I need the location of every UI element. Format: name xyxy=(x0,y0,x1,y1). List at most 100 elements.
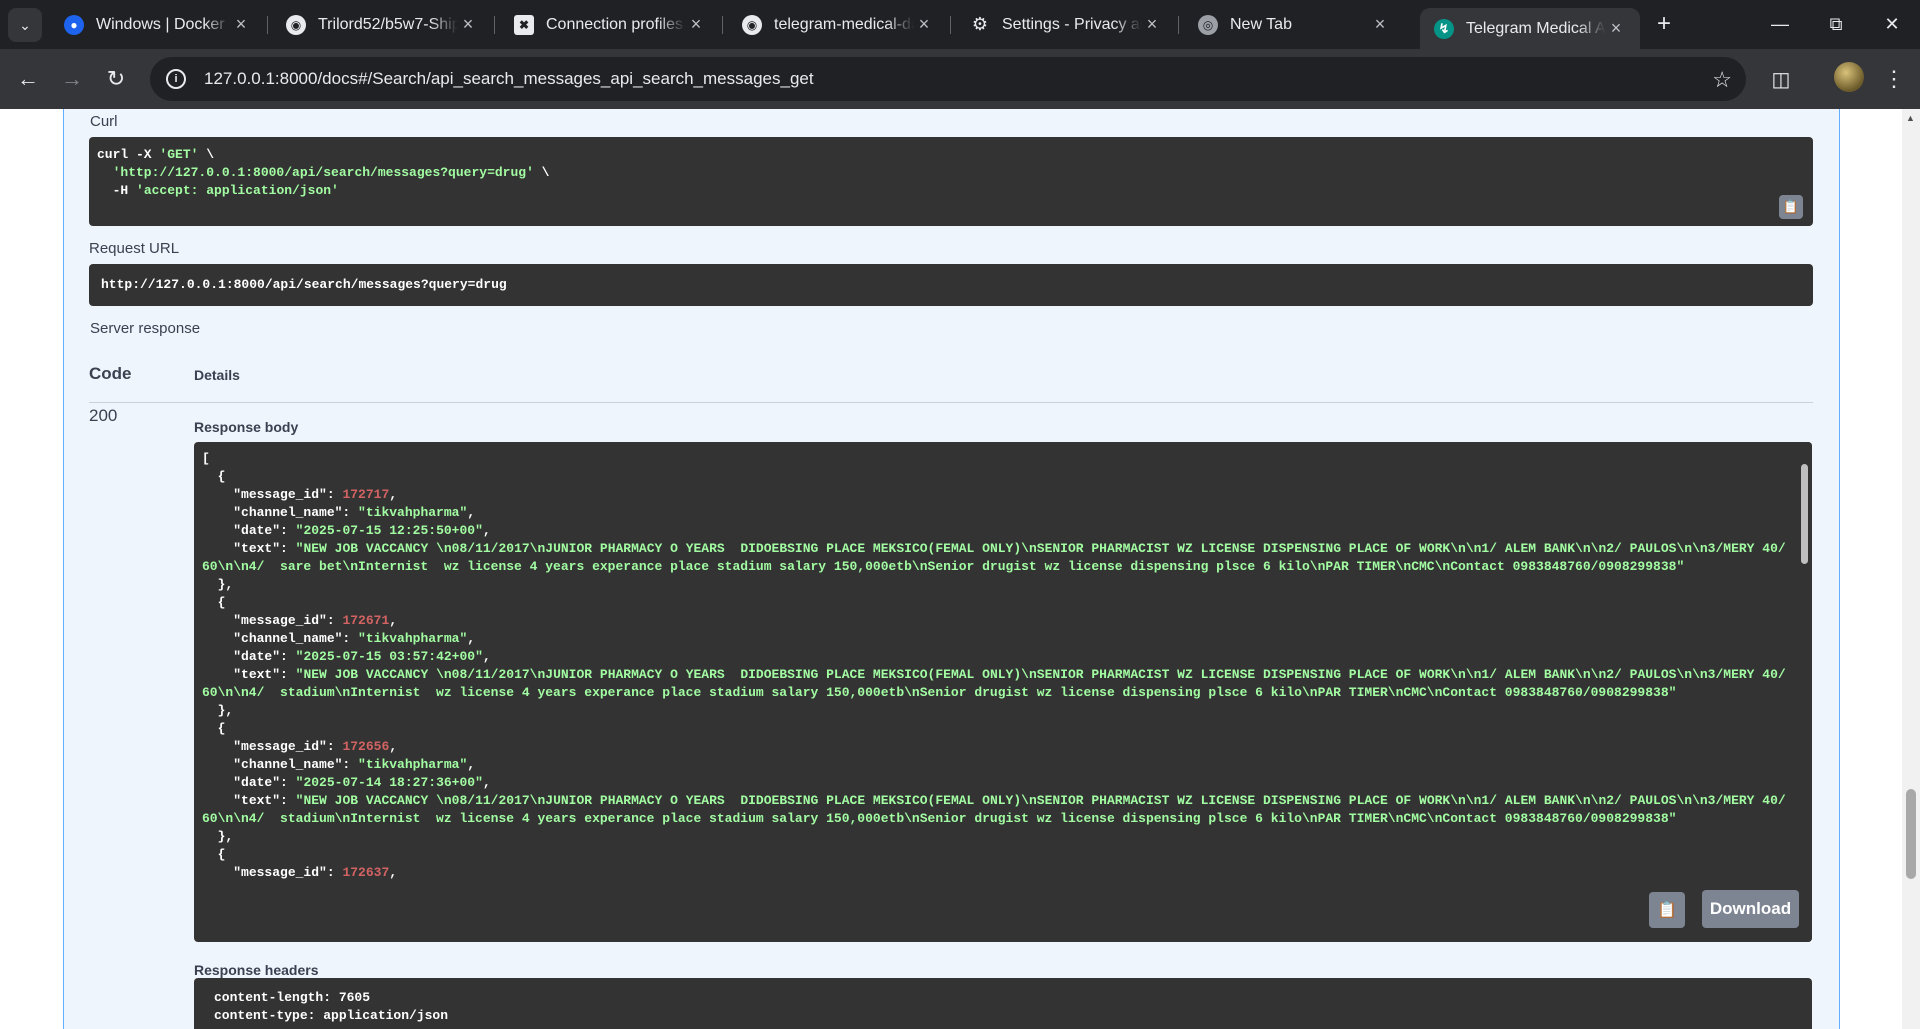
menu-button[interactable]: ⋮ xyxy=(1876,61,1912,97)
tab-docker[interactable]: ● Windows | Docker Do × xyxy=(50,8,265,41)
tab-title: Connection profiles | xyxy=(546,15,686,33)
copy-curl-button[interactable]: 📋 xyxy=(1779,195,1803,219)
dbeaver-icon: ✖ xyxy=(514,14,534,35)
close-icon[interactable]: × xyxy=(1142,14,1162,35)
tab-github-telegram[interactable]: ◉ telegram-medical-da × xyxy=(728,8,948,41)
info-icon[interactable]: i xyxy=(166,69,186,89)
tab-new-tab[interactable]: ◎ New Tab × xyxy=(1184,8,1404,41)
curl-command[interactable]: curl -X 'GET' \ 'http://127.0.0.1:8000/a… xyxy=(97,146,549,200)
scrollbar-thumb[interactable] xyxy=(1906,789,1916,879)
curl-line2-url: 'http://127.0.0.1:8000/api/search/messag… xyxy=(97,165,534,180)
reload-icon: ↻ xyxy=(106,66,126,91)
tab-settings[interactable]: ⚙ Settings - Privacy and × xyxy=(956,8,1176,41)
scrollbar-thumb[interactable] xyxy=(1801,464,1808,564)
close-icon[interactable]: × xyxy=(914,14,934,35)
tab-connection-profiles[interactable]: ✖ Connection profiles | × xyxy=(500,8,720,41)
tab-separator xyxy=(722,16,723,34)
tab-telegram-medical[interactable]: ↯ Telegram Medical An × xyxy=(1420,8,1640,49)
url-text[interactable]: 127.0.0.1:8000/docs#/Search/api_search_m… xyxy=(204,69,814,89)
tab-separator xyxy=(1178,16,1179,34)
curl-line3-header: 'accept: application/json' xyxy=(136,183,339,198)
date-value: "2025-07-14 18:27:36+00" xyxy=(295,775,483,790)
plus-icon: + xyxy=(1656,10,1671,37)
response-body[interactable]: [ { "message_id": 172717, "channel_name"… xyxy=(194,442,1812,942)
page-scrollbar[interactable]: ▲ xyxy=(1902,109,1920,1029)
text-value: "NEW JOB VACCANCY \n08/11/2017\nJUNIOR P… xyxy=(202,541,1786,574)
close-icon[interactable]: × xyxy=(231,14,251,35)
channel-name-value: "tikvahpharma" xyxy=(358,757,468,772)
json-item-open: { xyxy=(202,847,226,862)
tab-separator xyxy=(950,16,951,34)
json-item-open: { xyxy=(202,721,226,736)
curl-line2-end: \ xyxy=(533,165,550,180)
scroll-up-arrow-icon[interactable]: ▲ xyxy=(1906,113,1915,123)
server-response-label: Server response xyxy=(90,320,201,337)
curl-line1-method: 'GET' xyxy=(159,147,199,162)
github-icon: ◉ xyxy=(286,14,306,35)
address-bar[interactable]: i 127.0.0.1:8000/docs#/Search/api_search… xyxy=(150,57,1746,101)
response-code: 200 xyxy=(89,406,118,425)
response-body-json[interactable]: [ { "message_id": 172717, "channel_name"… xyxy=(202,450,1787,882)
kebab-menu-icon: ⋮ xyxy=(1883,66,1905,91)
response-headers-box: content-length: 7605 content-type: appli… xyxy=(194,978,1812,1029)
text-value: "NEW JOB VACCANCY \n08/11/2017\nJUNIOR P… xyxy=(202,667,1786,700)
channel-name-value: "tikvahpharma" xyxy=(358,505,468,520)
star-icon[interactable]: ☆ xyxy=(1712,67,1732,93)
close-icon: ✕ xyxy=(1884,14,1900,34)
clipboard-icon: 📋 xyxy=(1657,902,1677,919)
forward-button[interactable]: → xyxy=(54,61,90,97)
fastapi-icon: ↯ xyxy=(1434,18,1454,39)
restore-button[interactable]: ⧉ xyxy=(1808,0,1864,49)
json-item-close: }, xyxy=(202,829,234,844)
extensions-button[interactable]: ◫ xyxy=(1763,61,1799,97)
message-id-value: 172717 xyxy=(342,487,390,502)
curl-box: curl -X 'GET' \ 'http://127.0.0.1:8000/a… xyxy=(89,137,1813,226)
back-button[interactable]: ← xyxy=(10,61,46,97)
tab-title: Settings - Privacy and xyxy=(1002,15,1142,33)
close-icon[interactable]: × xyxy=(1370,14,1390,35)
json-item-open: { xyxy=(202,469,226,484)
tab-strip: ⌄ ● Windows | Docker Do × ◉ Trilord52/b5… xyxy=(0,0,1920,49)
close-icon[interactable]: × xyxy=(686,14,706,35)
swagger-page: Curl curl -X 'GET' \ 'http://127.0.0.1:8… xyxy=(0,109,1902,1029)
curl-line1-end: \ xyxy=(198,147,215,162)
message-id-value: 172637 xyxy=(342,865,390,880)
curl-line3-flag: -H xyxy=(97,183,137,198)
tab-github-trilord[interactable]: ◉ Trilord52/b5w7-Shipp × xyxy=(272,8,492,41)
docker-icon: ● xyxy=(64,14,84,35)
close-window-button[interactable]: ✕ xyxy=(1864,0,1920,49)
new-tab-button[interactable]: + xyxy=(1650,10,1678,38)
chevron-down-icon: ⌄ xyxy=(19,16,31,33)
json-item-close: }, xyxy=(202,577,234,592)
tab-title: Windows | Docker Do xyxy=(96,15,231,33)
close-icon[interactable]: × xyxy=(1606,18,1626,39)
content-type-header: content-type: application/json xyxy=(214,1008,449,1023)
request-url-label: Request URL xyxy=(89,240,180,257)
details-column-header: Details xyxy=(194,367,240,383)
copy-response-button[interactable]: 📋 xyxy=(1649,892,1685,928)
json-open-bracket: [ xyxy=(202,451,210,466)
response-headers-text[interactable]: content-length: 7605 content-type: appli… xyxy=(214,989,448,1025)
channel-name-value: "tikvahpharma" xyxy=(358,631,468,646)
minimize-button[interactable]: — xyxy=(1752,0,1808,49)
tab-title: Telegram Medical An xyxy=(1466,19,1606,37)
tab-title: New Tab xyxy=(1230,15,1292,33)
tab-search-button[interactable]: ⌄ xyxy=(8,8,42,42)
response-body-label: Response body xyxy=(194,419,299,435)
curl-line1-cmd: curl -X xyxy=(97,147,160,162)
restore-icon: ⧉ xyxy=(1829,14,1843,34)
reload-button[interactable]: ↻ xyxy=(98,61,134,97)
browser-toolbar: ← → ↻ i 127.0.0.1:8000/docs#/Search/api_… xyxy=(0,49,1920,109)
code-column-header: Code xyxy=(89,364,132,383)
arrow-right-icon: → xyxy=(61,66,83,91)
tab-title: telegram-medical-da xyxy=(774,15,914,33)
avatar[interactable] xyxy=(1834,62,1864,92)
response-body-scrollbar[interactable] xyxy=(1796,442,1812,942)
message-id-value: 172671 xyxy=(342,613,390,628)
close-icon[interactable]: × xyxy=(458,14,478,35)
arrow-left-icon: ← xyxy=(17,66,39,91)
tab-separator xyxy=(494,16,495,34)
chrome-icon: ◎ xyxy=(1198,14,1218,35)
request-url-value[interactable]: http://127.0.0.1:8000/api/search/message… xyxy=(101,276,507,294)
download-button[interactable]: Download xyxy=(1702,890,1799,928)
